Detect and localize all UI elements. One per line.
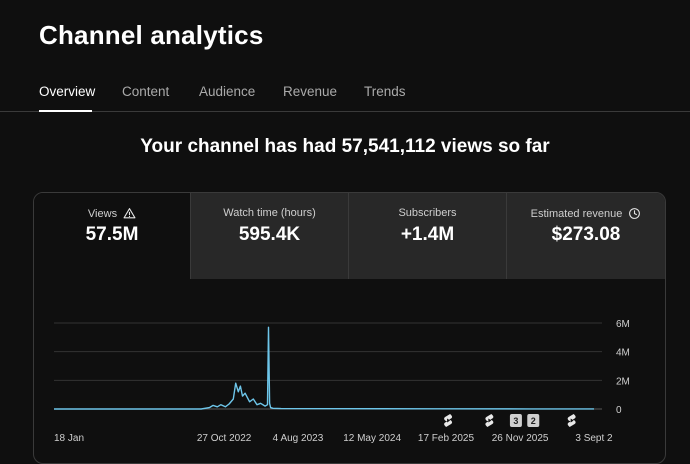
metric-label-row: Views	[34, 207, 190, 220]
metric-label-row: Subscribers	[349, 207, 506, 219]
page-title: Channel analytics	[39, 20, 264, 50]
active-tab-indicator	[39, 110, 92, 112]
chart-gridlines	[54, 322, 602, 410]
total-views-headline: Your channel has had 57,541,112 views so…	[140, 136, 550, 157]
shorts-icon[interactable]	[567, 414, 576, 427]
metric-tab-estimated-revenue[interactable]: Estimated revenue $273.08	[507, 193, 665, 279]
shorts-icon[interactable]	[485, 414, 494, 427]
tab-content[interactable]: Content	[122, 84, 169, 99]
analytics-card: Views 57.5M Watch time (hours) 595.4K Su…	[33, 192, 666, 464]
x-tick-label: 4 Aug 2023	[273, 433, 324, 444]
x-tick-label: 26 Nov 2025	[492, 433, 549, 444]
count-badge[interactable]: 2	[527, 414, 540, 427]
warning-icon[interactable]	[123, 207, 136, 220]
clock-icon[interactable]	[628, 207, 641, 220]
x-tick-label: 3 Sept 2	[575, 433, 613, 444]
metric-value: +1.4M	[400, 224, 455, 245]
tab-revenue[interactable]: Revenue	[283, 84, 337, 99]
metric-value: 595.4K	[238, 224, 301, 245]
metric-label-row: Watch time (hours)	[191, 207, 348, 219]
x-tick-label: 12 May 2024	[343, 433, 401, 444]
metric-tabs: Views 57.5M Watch time (hours) 595.4K Su…	[34, 193, 665, 279]
chart-markers: 32	[444, 414, 576, 427]
x-tick-label: 17 Feb 2025	[418, 433, 475, 444]
metric-tab-views[interactable]: Views 57.5M	[34, 193, 191, 279]
x-tick-label: 18 Jan	[54, 433, 84, 444]
metric-label: Views	[87, 207, 118, 220]
y-tick-label: 6M	[616, 319, 630, 330]
y-tick-label: 4M	[616, 348, 630, 359]
chart-y-axis: 6M 4M 2M 0	[616, 319, 630, 416]
metric-value: $273.08	[551, 224, 621, 245]
tab-trends[interactable]: Trends	[364, 84, 406, 99]
chart-series	[54, 326, 594, 410]
metric-tab-subscribers[interactable]: Subscribers +1.4M	[349, 193, 507, 279]
metric-value: 57.5M	[85, 224, 139, 245]
count-badge[interactable]: 3	[509, 414, 522, 427]
metric-label: Subscribers	[398, 207, 457, 219]
tab-bar: Overview Content Audience Revenue Trends	[0, 80, 690, 112]
metric-tab-watch-time[interactable]: Watch time (hours) 595.4K	[191, 193, 349, 279]
views-line-chart: 6M 4M 2M 0 18 Jan 27 Oct 2022 4 Aug 2023 12 Ma…	[54, 319, 630, 444]
count-badge-label: 3	[513, 416, 518, 426]
chart-x-axis: 18 Jan 27 Oct 2022 4 Aug 2023 12 May 2024 17…	[54, 433, 613, 444]
views-series-line	[54, 326, 594, 410]
y-tick-label: 0	[616, 405, 622, 416]
metric-label-row: Estimated revenue	[507, 207, 665, 220]
count-badge-label: 2	[531, 416, 536, 426]
shorts-icon[interactable]	[444, 414, 453, 427]
tab-audience[interactable]: Audience	[199, 84, 255, 99]
metric-label: Watch time (hours)	[223, 207, 316, 219]
metric-label: Estimated revenue	[530, 207, 623, 220]
x-tick-label: 27 Oct 2022	[197, 433, 252, 444]
tab-overview[interactable]: Overview	[39, 84, 95, 99]
y-tick-label: 2M	[616, 376, 630, 387]
